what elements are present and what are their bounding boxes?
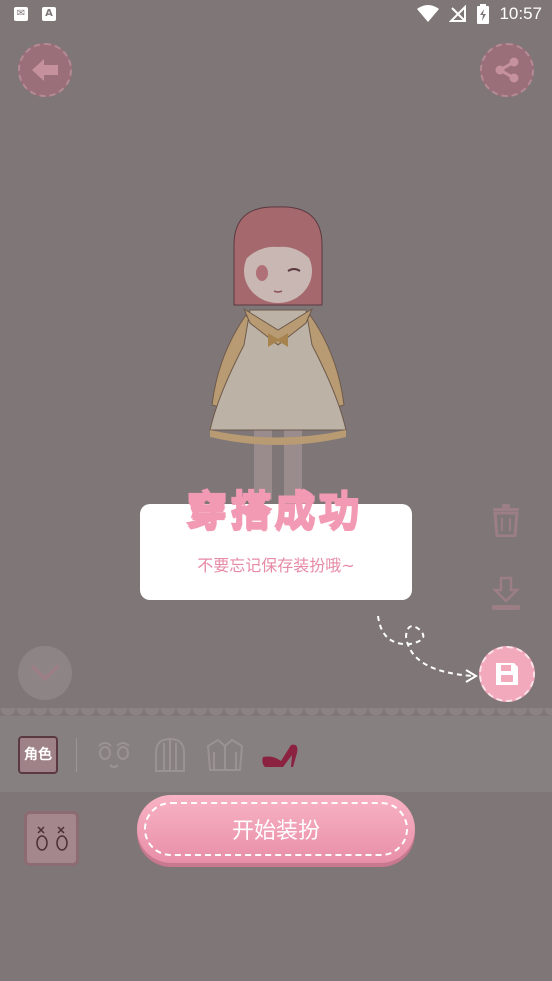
dialog-message: 不要忘记保存装扮哦~ (197, 556, 355, 575)
save-icon (496, 663, 518, 685)
share-icon (495, 57, 519, 83)
high-heel-icon (262, 744, 298, 767)
share-button[interactable] (480, 43, 534, 97)
download-button[interactable] (486, 574, 526, 614)
battery-charging-icon (477, 4, 490, 24)
trash-icon (493, 504, 519, 537)
arrow-left-icon (32, 59, 58, 81)
selected-item-eyes[interactable] (24, 811, 79, 866)
scallop-edge (0, 708, 552, 724)
start-dressup-button[interactable]: 开始装扮 (137, 795, 415, 863)
jacket-icon (206, 738, 244, 771)
hair-icon (155, 737, 185, 772)
eyes-icon (35, 825, 68, 851)
no-signal-icon (449, 5, 467, 22)
status-time: 10:57 (499, 4, 542, 23)
tab-hair[interactable] (150, 736, 190, 774)
wifi-icon (417, 5, 440, 22)
font-icon: A (42, 7, 56, 21)
download-icon (491, 576, 521, 610)
mail-icon: ✉ (14, 7, 28, 21)
hint-arrow (377, 615, 478, 683)
tab-divider (76, 738, 77, 772)
dialog-title: 穿搭成功 (186, 487, 363, 535)
tab-face[interactable] (94, 736, 134, 774)
save-button[interactable] (479, 646, 535, 702)
delete-button[interactable] (486, 500, 526, 540)
face-icon (98, 742, 130, 768)
tab-top[interactable] (205, 736, 245, 774)
tab-role[interactable]: 角色 (18, 736, 58, 774)
back-button[interactable] (18, 43, 72, 97)
chevron-down-icon (31, 665, 59, 681)
status-bar: ✉ A 10:57 (0, 0, 552, 32)
collapse-button[interactable] (18, 646, 72, 700)
character-preview (209, 206, 347, 500)
start-dressup-label: 开始装扮 (231, 819, 320, 844)
tab-shoes[interactable] (260, 736, 300, 774)
